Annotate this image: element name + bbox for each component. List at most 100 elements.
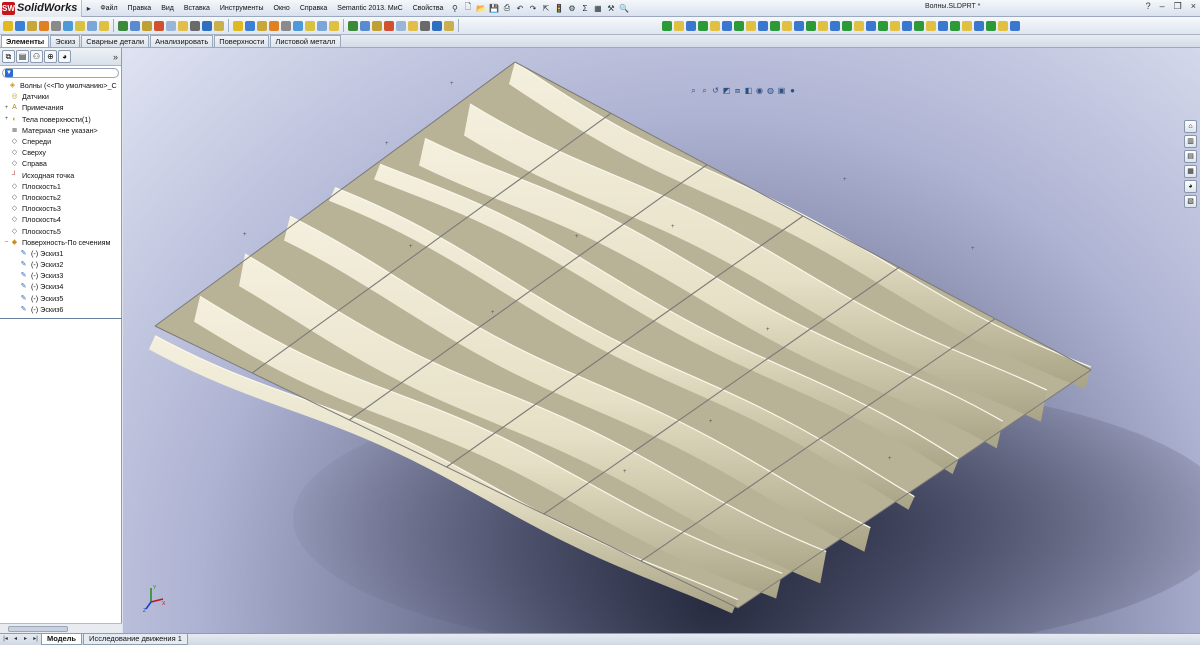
edit-appearance-icon[interactable]: ◍ (766, 86, 775, 95)
draft-icon[interactable] (142, 20, 152, 31)
menu-item-7[interactable]: Semantic 2013. МиС (332, 5, 407, 12)
viewport-close-icon[interactable]: × (1189, 48, 1194, 51)
pin-menu-icon[interactable]: ⚲ (449, 3, 460, 14)
tree-node[interactable]: ◇ Плоскость2 (0, 192, 121, 203)
rollback-bar[interactable] (0, 318, 122, 319)
tab-3[interactable]: Анализировать (150, 35, 214, 47)
help-icon[interactable]: ? (1146, 1, 1151, 12)
scrollbar-thumb[interactable] (8, 626, 68, 632)
view-toolbar-icon[interactable] (782, 20, 792, 31)
swept-boss-icon[interactable] (27, 20, 37, 31)
view-toolbar-icon[interactable] (698, 20, 708, 31)
design-library-icon[interactable]: ▥ (1184, 135, 1197, 148)
tab-2[interactable]: Сварные детали (81, 35, 150, 47)
revolved-cut-icon[interactable] (317, 20, 327, 31)
view-toolbar-icon[interactable] (962, 20, 972, 31)
tree-node[interactable]: + ◐ Тела поверхности(1) (0, 114, 121, 125)
tree-node[interactable]: + A Примечания (0, 102, 121, 113)
view-toolbar-icon[interactable] (986, 20, 996, 31)
panel-horizontal-scrollbar[interactable] (0, 623, 122, 633)
tree-node[interactable]: ◇ Плоскость3 (0, 203, 121, 214)
view-toolbar-icon[interactable] (806, 20, 816, 31)
zoom-to-area-icon[interactable]: ⌕ (700, 86, 709, 95)
tab-5[interactable]: Листовой металл (270, 35, 341, 47)
tree-node[interactable]: ◇ Плоскость1 (0, 181, 121, 192)
extruded-cut-icon[interactable] (63, 20, 73, 31)
view-toolbar-icon[interactable] (722, 20, 732, 31)
view-toolbar-icon[interactable] (1010, 20, 1020, 31)
restore-icon[interactable]: ❐ (1174, 1, 1182, 12)
view-toolbar-icon[interactable] (998, 20, 1008, 31)
menu-item-6[interactable]: Справка (295, 5, 332, 12)
view-toolbar-icon[interactable] (662, 20, 672, 31)
tab-1[interactable]: Эскиз (50, 35, 81, 47)
instant3d-icon[interactable] (432, 20, 442, 31)
wrap-icon[interactable] (166, 20, 176, 31)
view-toolbar-icon[interactable] (770, 20, 780, 31)
display-style-icon[interactable]: ◧ (744, 86, 753, 95)
solidworks-logo[interactable]: SW SolidWorks (0, 0, 83, 17)
menu-item-5[interactable]: Окно (269, 5, 295, 12)
view-toolbar-icon[interactable] (938, 20, 948, 31)
section-view-icon[interactable]: ◩ (722, 86, 731, 95)
new-document-icon[interactable]: 🗋 (462, 2, 473, 14)
dimxpert-tab-icon[interactable]: ⊕ (44, 50, 57, 63)
next-tab-icon[interactable]: ▸ (21, 635, 30, 644)
mirror-icon[interactable] (214, 20, 224, 31)
tree-node[interactable]: ◇ Плоскость4 (0, 214, 121, 225)
file-explorer-icon[interactable]: ▤ (1184, 150, 1197, 163)
custom-properties-icon[interactable]: ▧ (1184, 195, 1197, 208)
view-toolbar-icon[interactable] (830, 20, 840, 31)
bottom-tab-1[interactable]: Исследование движения 1 (83, 634, 188, 645)
hide-show-items-icon[interactable]: ◉ (755, 86, 764, 95)
tree-node[interactable]: ✎ (-) Эскиз1 (0, 248, 121, 259)
tree-node[interactable]: ◎ Датчики (0, 91, 121, 102)
tree-node[interactable]: ✎ (-) Эскиз2 (0, 259, 121, 270)
minimize-icon[interactable]: – (1160, 1, 1165, 12)
rebuild-icon[interactable]: 🚦 (553, 3, 564, 14)
tree-node[interactable]: ✎ (-) Эскиз6 (0, 304, 121, 315)
tree-expander[interactable]: – (3, 239, 10, 245)
display-manager-tab-icon[interactable]: ◕ (58, 50, 71, 63)
solidworks-resources-icon[interactable]: ⌂ (1184, 120, 1197, 133)
tree-expander[interactable]: + (3, 105, 10, 111)
curves-icon[interactable] (420, 20, 430, 31)
shell-icon[interactable] (154, 20, 164, 31)
swept-boss-icon[interactable] (257, 20, 267, 31)
tree-node[interactable]: ◇ Справа (0, 158, 121, 169)
menu-item-1[interactable]: Правка (123, 5, 157, 12)
fillet-icon[interactable] (329, 20, 339, 31)
view-orientation-icon[interactable]: ⧈ (733, 86, 742, 95)
prev-tab-icon[interactable]: ◂ (11, 635, 20, 644)
view-toolbar-icon[interactable] (674, 20, 684, 31)
instant3d-icon[interactable] (202, 20, 212, 31)
tree-node[interactable]: ≣ Материал <не указан> (0, 125, 121, 136)
tree-node[interactable]: ┘ Исходная точка (0, 170, 121, 181)
tree-node[interactable]: ✎ (-) Эскиз5 (0, 293, 121, 304)
view-toolbar-icon[interactable] (866, 20, 876, 31)
appearances-icon[interactable]: ◕ (1184, 180, 1197, 193)
tools-icon[interactable]: ⚒ (605, 3, 616, 14)
fillet-icon[interactable] (99, 20, 109, 31)
close-icon[interactable]: × (1191, 1, 1196, 12)
mirror-icon[interactable] (444, 20, 454, 31)
view-toolbar-icon[interactable] (926, 20, 936, 31)
view-toolbar-icon[interactable] (854, 20, 864, 31)
boundary-boss-icon[interactable] (51, 20, 61, 31)
view-toolbar-icon[interactable] (758, 20, 768, 31)
pin-icon[interactable]: ▸ (83, 3, 94, 14)
previous-view-icon[interactable]: ↺ (711, 86, 720, 95)
tree-node[interactable]: ◇ Сверху (0, 147, 121, 158)
revolved-cut-icon[interactable] (87, 20, 97, 31)
view-toolbar-icon[interactable] (974, 20, 984, 31)
viewport-restore-icon[interactable]: ❐ (1173, 48, 1181, 51)
property-manager-tab-icon[interactable]: ▤ (16, 50, 29, 63)
boundary-boss-icon[interactable] (281, 20, 291, 31)
table-icon[interactable]: ▦ (592, 3, 603, 14)
tree-node[interactable]: – ◆ Поверхность-По сечениям (0, 237, 121, 248)
select-icon[interactable]: ⇱ (540, 3, 551, 14)
view-toolbar-icon[interactable] (902, 20, 912, 31)
view-toolbar-icon[interactable] (710, 20, 720, 31)
reference-geometry-icon[interactable] (408, 20, 418, 31)
wave-surface-model[interactable]: ++++++++++++++ (123, 48, 1200, 633)
